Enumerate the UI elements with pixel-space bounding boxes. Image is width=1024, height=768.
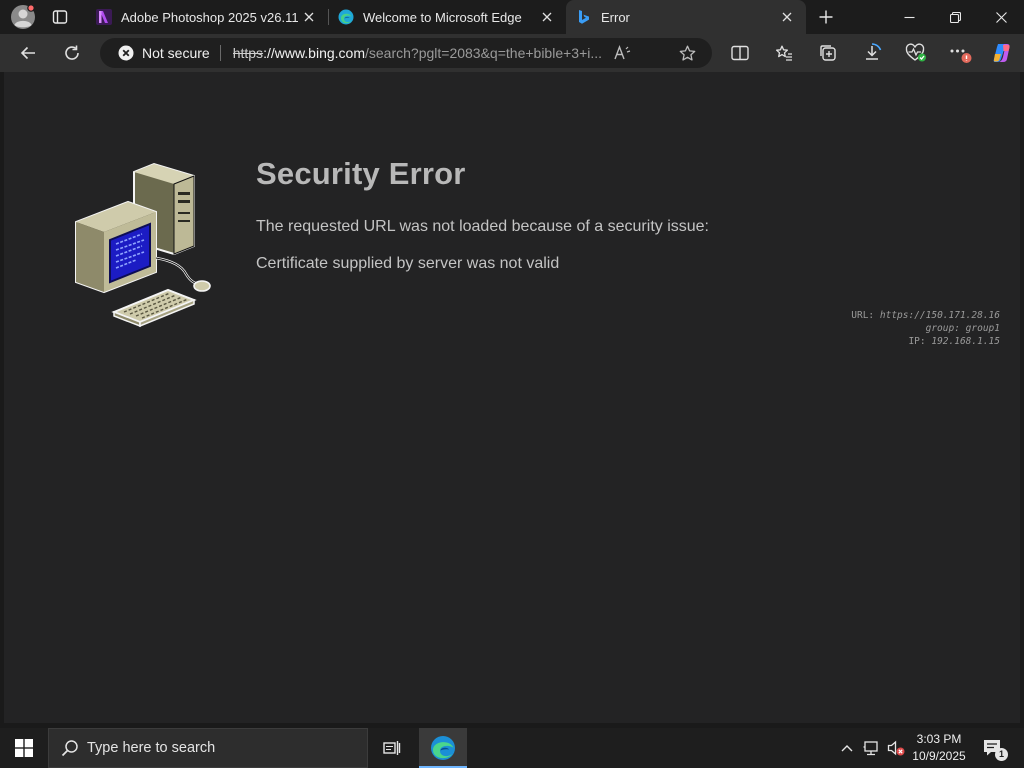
tab-welcome-edge[interactable]: Welcome to Microsoft Edge xyxy=(328,0,566,34)
tab-title: Error xyxy=(601,9,630,25)
taskbar-edge-app[interactable] xyxy=(419,728,467,768)
split-screen-button[interactable] xyxy=(724,37,756,69)
error-message: The requested URL was not loaded because… xyxy=(256,218,709,235)
windows-logo-icon xyxy=(15,739,33,757)
tab-photoshop[interactable]: Adobe Photoshop 2025 v26.11.0.7 xyxy=(86,0,328,34)
close-icon xyxy=(995,11,1007,23)
url-path: /search?pglt=2083&q=the+bible+3+i... xyxy=(365,45,603,61)
plus-icon xyxy=(819,10,833,24)
collections-icon xyxy=(820,45,836,61)
security-label: Not secure xyxy=(142,45,210,61)
close-window-button[interactable] xyxy=(978,0,1024,34)
system-clock[interactable]: 3:03 PM 10/9/2025 xyxy=(906,731,972,765)
tab-title: Adobe Photoshop 2025 v26.11.0.7 xyxy=(121,9,298,25)
volume-button[interactable] xyxy=(884,728,908,768)
bing-favicon-icon xyxy=(576,9,592,25)
windows-taskbar: Type here to search 3:03 PM 10/9/2025 1 xyxy=(0,728,1024,768)
show-hidden-icons-button[interactable] xyxy=(836,728,858,768)
url-scheme: https xyxy=(232,45,264,61)
title-bar: Adobe Photoshop 2025 v26.11.0.7 Welcome … xyxy=(0,0,1024,34)
tab-actions-button[interactable] xyxy=(44,0,76,34)
read-aloud-button[interactable] xyxy=(608,38,638,68)
page-content: Security Error The requested URL was not… xyxy=(4,72,1020,723)
detail-ip-label: IP: xyxy=(908,336,926,347)
detail-group-value: group1 xyxy=(965,323,1000,334)
browser-essentials-button[interactable] xyxy=(900,37,932,69)
split-screen-icon xyxy=(731,45,749,61)
start-button[interactable] xyxy=(0,728,48,768)
notification-center-button[interactable]: 1 xyxy=(978,728,1008,768)
arrow-left-icon xyxy=(20,46,35,60)
detail-ip: IP: 192.168.1.15 xyxy=(851,335,1000,348)
search-placeholder: Type here to search xyxy=(87,740,216,756)
profile-avatar[interactable] xyxy=(6,0,40,34)
tab-close-icon[interactable] xyxy=(536,6,558,28)
clock-date: 10/9/2025 xyxy=(912,749,966,763)
tab-error-active[interactable]: Error xyxy=(566,0,806,34)
copilot-icon xyxy=(993,44,1010,62)
edge-icon xyxy=(431,736,455,760)
site-info-button[interactable]: Not secure xyxy=(100,38,220,68)
notification-count: 1 xyxy=(995,748,1008,761)
tab-close-icon[interactable] xyxy=(298,6,320,28)
favorite-button[interactable] xyxy=(672,38,702,68)
downloads-button[interactable] xyxy=(856,37,888,69)
clock-time: 3:03 PM xyxy=(916,732,962,746)
new-tab-button[interactable] xyxy=(810,0,842,34)
detail-group-label: group: xyxy=(925,323,960,334)
profile-icon xyxy=(11,4,35,29)
download-icon xyxy=(866,43,882,60)
search-icon xyxy=(61,740,78,757)
chevron-up-icon xyxy=(841,745,853,752)
refresh-icon xyxy=(65,45,79,60)
url-host: ://www.bing.com xyxy=(263,45,365,61)
error-reason: Certificate supplied by server was not v… xyxy=(256,255,560,272)
favorites-button[interactable] xyxy=(768,37,800,69)
minimize-button[interactable] xyxy=(886,0,932,34)
more-icon xyxy=(950,49,972,63)
back-button[interactable] xyxy=(12,37,44,69)
browser-toolbar: Not secure https://www.bing.com/search?p… xyxy=(0,34,1024,72)
fmhy-favicon-icon xyxy=(96,9,112,25)
taskbar-search-box[interactable]: Type here to search xyxy=(48,728,368,768)
task-view-icon xyxy=(383,741,401,755)
detail-url: URL: https://150.171.28.16 xyxy=(851,309,1000,322)
favorites-list-icon xyxy=(775,45,792,61)
detail-ip-value: 192.168.1.15 xyxy=(931,336,1000,347)
detail-group: group: group1 xyxy=(851,322,1000,335)
tab-close-icon[interactable] xyxy=(776,6,798,28)
computer-illustration xyxy=(75,162,211,328)
read-aloud-icon xyxy=(614,45,631,60)
settings-and-more-button[interactable] xyxy=(944,37,976,69)
minimize-icon xyxy=(904,16,914,18)
restore-button[interactable] xyxy=(932,0,978,34)
network-icon xyxy=(863,741,878,756)
refresh-button[interactable] xyxy=(56,37,88,69)
detail-url-label: URL: xyxy=(851,310,875,321)
detail-url-value: https://150.171.28.16 xyxy=(879,310,1000,321)
network-status-button[interactable] xyxy=(860,728,884,768)
error-details: URL: https://150.171.28.16 group: group1… xyxy=(851,309,1000,348)
url-text[interactable]: https://www.bing.com/search?pglt=2083&q=… xyxy=(233,45,618,61)
collections-button[interactable] xyxy=(812,37,844,69)
star-icon xyxy=(679,45,695,61)
edge-favicon-icon xyxy=(338,9,354,25)
volume-muted-icon xyxy=(887,740,905,756)
address-separator xyxy=(219,45,221,61)
tab-actions-icon xyxy=(52,10,68,24)
not-secure-icon xyxy=(118,45,134,61)
address-bar[interactable]: Not secure https://www.bing.com/search?p… xyxy=(100,38,712,68)
heart-pulse-icon xyxy=(905,43,926,62)
copilot-button[interactable] xyxy=(986,37,1018,69)
task-view-button[interactable] xyxy=(368,728,416,768)
error-title: Security Error xyxy=(256,156,466,191)
tab-title: Welcome to Microsoft Edge xyxy=(363,9,522,25)
restore-icon xyxy=(949,11,961,23)
